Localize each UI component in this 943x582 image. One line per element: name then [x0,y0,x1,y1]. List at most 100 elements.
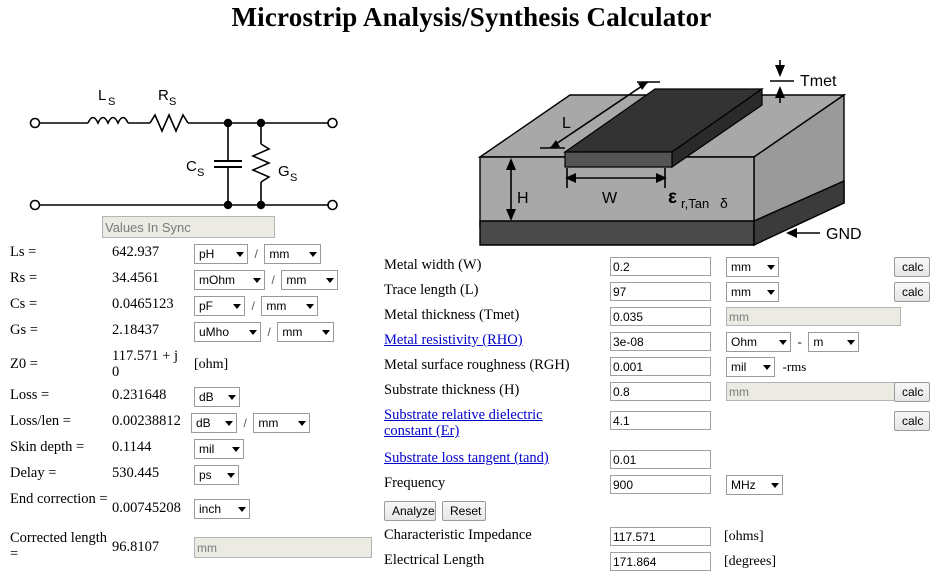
label-loss-tangent-link[interactable]: Substrate loss tangent (tand) [384,450,602,467]
unit-select-metal-resistivity-m[interactable]: m [808,332,860,352]
result-value-gs: 2.18437 [112,322,160,338]
result-label-cs: Cs = [10,296,38,312]
result-label-skin-depth: Skin depth = [10,439,85,455]
result-value-end-correction: 0.00745208 [112,500,181,516]
dimension-gnd: GND [786,226,862,243]
unit-readonly-metal-thickness: mm [726,307,901,326]
input-frequency[interactable]: 900 [610,475,711,494]
terminal-top-right [327,117,338,129]
label-h: H [517,190,529,207]
label-w: W [602,190,618,207]
unit-select-loss[interactable]: dB [194,387,240,407]
unit-select-metal-resistivity-ohm[interactable]: Ohm [726,332,791,352]
unit-group-trace-length: mm [726,282,779,302]
result-label-loss-per-len: Loss/len = [10,413,71,429]
label-l: L [562,115,571,132]
label-delta: δ [720,195,728,211]
unit-select-skin-depth[interactable]: mil [194,439,244,459]
result-unit-group-skin-depth: mil [194,439,244,459]
microstrip-svg: L W H Tmet GND ε r,Tan δ [477,60,862,247]
per-unit-select-rs[interactable]: mm [281,270,339,290]
per-unit-select-cs[interactable]: mm [261,296,319,316]
slash-cs: / [251,299,255,313]
label-frequency: Frequency [384,475,446,491]
schematic-svg: L S R S C S G S [29,87,338,211]
unit-readonly-substrate-thickness: mm [726,382,901,401]
microstrip-diagram: L W H Tmet GND ε r,Tan δ [452,55,943,253]
input-metal-resistivity[interactable]: 3e-08 [610,332,711,351]
label-metal-thickness: Metal thickness (Tmet) [384,307,520,323]
input-substrate-thickness[interactable]: 0.8 [610,382,711,401]
slash-gs: / [267,325,271,339]
values-in-sync-status: Values In Sync [102,216,275,238]
input-metal-thickness[interactable]: 0.035 [610,307,711,326]
input-trace-length[interactable]: 97 [610,282,711,301]
terminal-bottom-left [29,199,41,211]
result-value-z0: 117.571 + j 0 [112,348,179,380]
result-value-ls: 642.937 [112,244,160,260]
label-dielectric-constant-link[interactable]: Substrate relative dielectric constant (… [384,407,574,439]
result-unit-group-end-correction: inch [194,499,250,519]
unit-select-delay[interactable]: ps [194,465,239,485]
label-epsilon: ε [668,187,677,208]
label-tmet: Tmet [800,73,837,90]
lumped-element-schematic: L S R S C S G S [28,78,348,213]
output-electrical-length[interactable]: 171.864 [610,552,711,571]
result-unit-group-delay: ps [194,465,239,485]
dash-metal-resistivity: - [797,334,802,349]
result-label-rs: Rs = [10,270,38,286]
schematic-label-cs-sub: S [197,167,204,179]
unit-group-metal-thickness: mm [726,307,901,326]
unit-select-rs[interactable]: mOhm [194,270,265,290]
result-label-end-correction: End correction = [10,491,108,507]
terminal-bottom-right [327,199,338,211]
unit-select-metal-roughness[interactable]: mil [726,357,775,377]
reset-button[interactable]: Reset [442,501,486,521]
calc-button-trace-length[interactable]: calc [894,282,930,302]
result-unit-group-cs: pF / mm [194,296,319,316]
label-metal-resistivity-link[interactable]: Metal resistivity (RHO) [384,332,602,349]
unit-select-trace-length[interactable]: mm [726,282,779,302]
unit-select-frequency[interactable]: MHz [726,475,783,495]
schematic-label-rs-sub: S [169,96,176,108]
per-unit-select-loss-per-len[interactable]: mm [253,413,311,433]
unit-select-end-correction[interactable]: inch [194,499,250,519]
result-value-delay: 530.445 [112,465,160,481]
result-unit-corrected-length: mm [194,537,372,558]
input-dielectric-constant[interactable]: 4.1 [610,411,711,430]
per-unit-select-gs[interactable]: mm [277,322,335,342]
analyze-button[interactable]: Analyze [384,501,436,521]
result-value-skin-depth: 0.1144 [112,439,152,455]
trace-front-face [564,151,673,168]
calc-button-dielectric-constant[interactable]: calc [894,411,930,431]
input-metal-width[interactable]: 0.2 [610,257,711,276]
calc-button-metal-width[interactable]: calc [894,257,930,277]
parameter-form: Metal width (W) 0.2 mm calc Trace length… [384,255,943,582]
schematic-label-ls-sub: S [108,96,115,108]
resistor-symbol [149,113,189,133]
per-unit-select-ls[interactable]: mm [264,244,322,264]
result-unit-group-ls: pH / mm [194,244,322,264]
unit-select-ls[interactable]: pH [194,244,248,264]
unit-group-metal-width: mm [726,257,779,277]
label-characteristic-impedance: Characteristic Impedance [384,527,532,543]
input-loss-tangent[interactable]: 0.01 [610,450,711,469]
result-unit-z0: [ohm] [194,357,229,372]
result-label-gs: Gs = [10,322,38,338]
unit-select-gs[interactable]: uMho [194,322,261,342]
label-substrate-thickness: Substrate thickness (H) [384,382,520,398]
slash-ls: / [254,247,258,261]
unit-select-loss-per-len[interactable]: dB [191,413,237,433]
unit-electrical-length: [degrees] [724,554,777,569]
unit-select-metal-width[interactable]: mm [726,257,779,277]
input-metal-roughness[interactable]: 0.001 [610,357,711,376]
unit-group-metal-resistivity: Ohm - m [726,332,860,352]
result-value-loss-per-len: 0.00238812 [112,413,181,429]
output-characteristic-impedance[interactable]: 117.571 [610,527,711,546]
label-metal-width: Metal width (W) [384,257,482,273]
result-label-loss: Loss = [10,387,50,403]
calc-button-substrate-thickness[interactable]: calc [894,382,930,402]
result-label-ls: Ls = [10,244,37,260]
unit-select-cs[interactable]: pF [194,296,245,316]
unit-readonly-corrected-length: mm [194,537,372,558]
